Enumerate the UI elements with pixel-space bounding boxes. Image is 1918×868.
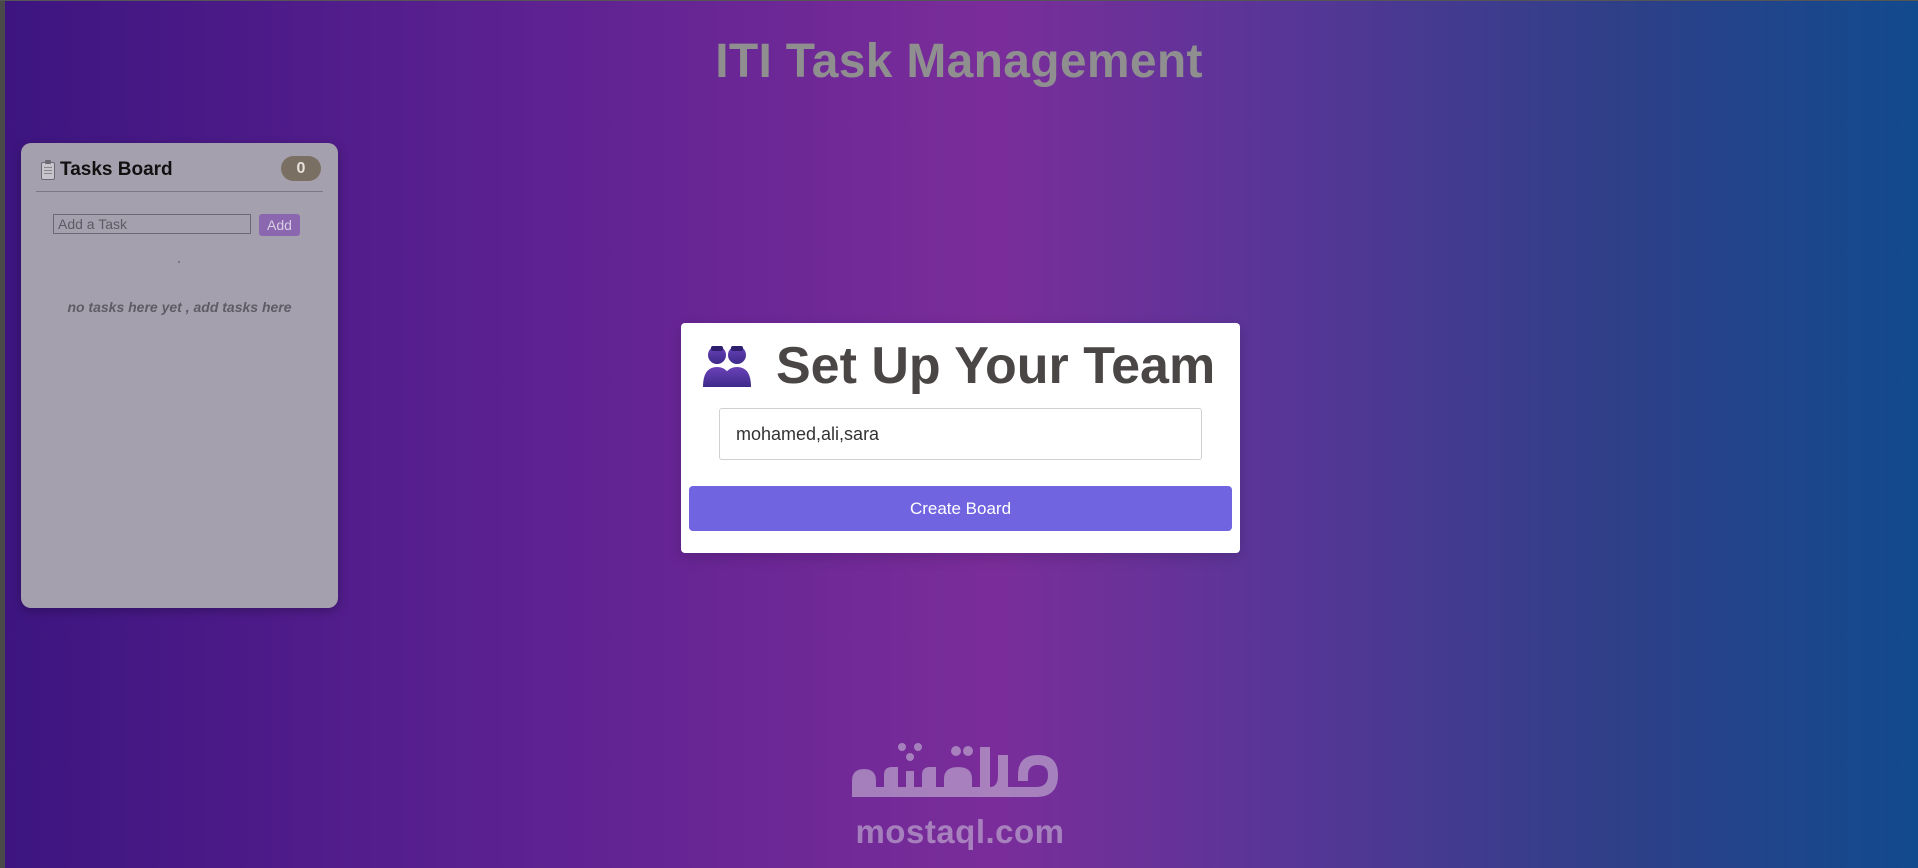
- team-setup-dialog: Set Up Your Team Create Board: [681, 323, 1240, 553]
- board-header: Tasks Board 0: [36, 155, 323, 192]
- app-title: ITI Task Management: [715, 35, 1203, 88]
- setup-title: Set Up Your Team: [776, 337, 1216, 395]
- mostaql-watermark: mostaql.com: [840, 735, 1080, 855]
- tasks-board: Tasks Board 0 Add no tasks here yet , ad…: [21, 143, 338, 608]
- clipboard-icon: [41, 160, 55, 180]
- board-title: Tasks Board: [60, 159, 173, 180]
- window-frame-left: [0, 0, 5, 868]
- add-task-input[interactable]: [53, 214, 251, 234]
- watermark-text: mostaql.com: [855, 813, 1065, 850]
- team-icon: [701, 343, 753, 389]
- empty-tasks-message: no tasks here yet , add tasks here: [67, 299, 292, 315]
- add-task-button[interactable]: Add: [259, 214, 300, 236]
- window-frame-top: [0, 0, 1918, 1]
- task-list-placeholder-dot: [178, 261, 180, 263]
- watermark-logo: [852, 743, 1058, 797]
- task-count-badge: 0: [281, 156, 321, 181]
- create-board-button[interactable]: Create Board: [689, 486, 1232, 531]
- team-members-input[interactable]: [719, 408, 1202, 460]
